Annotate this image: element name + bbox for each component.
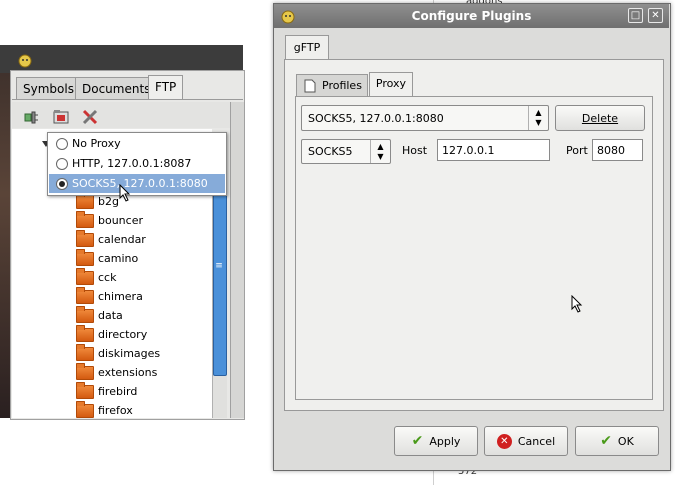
tree-item-label: camino: [98, 252, 139, 265]
tree-item[interactable]: bouncer: [76, 210, 143, 230]
button-label: Apply: [429, 434, 461, 448]
folder-icon: [76, 381, 94, 399]
proxy-dropdown-menu: No Proxy HTTP, 127.0.0.1:8087 SOCKS5, 12…: [47, 132, 227, 196]
connect-icon[interactable]: [22, 108, 40, 126]
checkmark-icon: ✔: [600, 433, 612, 449]
tab-label: gFTP: [293, 41, 321, 54]
tree-item[interactable]: calendar: [76, 229, 146, 249]
menu-item-http-proxy[interactable]: HTTP, 127.0.0.1:8087: [49, 154, 225, 173]
updown-arrows-icon: ▲ ▼: [370, 140, 390, 163]
tree-item-label: bouncer: [98, 214, 143, 227]
tree-item[interactable]: firebird: [76, 381, 138, 401]
radio-icon: [56, 137, 68, 150]
delete-button[interactable]: Delete: [555, 105, 645, 131]
port-label: Port: [566, 144, 588, 157]
host-input[interactable]: 127.0.0.1: [437, 139, 550, 161]
tree-item-label: extensions: [98, 366, 158, 379]
tab-proxy[interactable]: Proxy: [369, 72, 413, 97]
app-logo-icon: [18, 54, 32, 68]
menu-item-socks5-proxy[interactable]: SOCKS5, 127.0.0.1:8080: [49, 174, 225, 193]
apply-button[interactable]: ✔ Apply: [394, 426, 478, 456]
folder-icon: [76, 191, 94, 209]
tree-item-label: data: [98, 309, 123, 322]
scrollbar-grip: ≡: [215, 261, 223, 271]
menu-item-label: SOCKS5, 127.0.0.1:8080: [72, 177, 208, 190]
folder-icon: [76, 305, 94, 323]
ok-button[interactable]: ✔ OK: [575, 426, 659, 456]
tree-item[interactable]: data: [76, 305, 123, 325]
tab-label: Symbols: [23, 82, 74, 96]
proxy-type-select[interactable]: SOCKS5 ▲ ▼: [301, 139, 391, 164]
tree-item-label: firefox: [98, 404, 133, 417]
tree-item-label: diskimages: [98, 347, 161, 360]
folder-icon: [76, 229, 94, 247]
tree-item-label: chimera: [98, 290, 143, 303]
folder-icon: [76, 324, 94, 342]
folder-icon: [76, 286, 94, 304]
tree-item[interactable]: directory: [76, 324, 148, 344]
folder-icon: [76, 267, 94, 285]
pane-edge: [230, 102, 244, 418]
proxy-type-value: SOCKS5: [308, 145, 353, 158]
cancel-icon: ✕: [496, 433, 512, 449]
tab-profiles[interactable]: Profiles: [296, 74, 368, 97]
tab-label: Proxy: [375, 77, 407, 90]
maximize-icon: □: [630, 10, 641, 21]
folder-icon: [76, 248, 94, 266]
checkmark-icon: ✔: [411, 433, 424, 449]
tree-item-label: calendar: [98, 233, 146, 246]
tab-label: Profiles: [322, 79, 362, 92]
mouse-cursor-icon: [119, 184, 131, 202]
button-label: Cancel: [517, 434, 556, 448]
tree-item-label: b2g: [98, 195, 119, 208]
proxy-profile-select[interactable]: SOCKS5, 127.0.0.1:8080 ▲ ▼: [301, 105, 549, 131]
tab-label: FTP: [155, 80, 177, 94]
document-icon: [304, 79, 316, 93]
app-logo-icon: [281, 10, 295, 24]
host-label: Host: [402, 144, 428, 157]
tab-documents[interactable]: Documents: [75, 77, 158, 100]
close-icon: ✕: [651, 10, 660, 21]
tools-icon[interactable]: [81, 108, 99, 126]
button-label: OK: [617, 434, 634, 448]
tree-item-label: cck: [98, 271, 117, 284]
cancel-button[interactable]: ✕ Cancel: [484, 426, 568, 456]
tree-item[interactable]: extensions: [76, 362, 158, 382]
tree-item[interactable]: camino: [76, 248, 139, 268]
tree-item-label: firebird: [98, 385, 138, 398]
menu-item-label: No Proxy: [72, 137, 121, 150]
folder-icon: [76, 210, 94, 228]
tree-item[interactable]: chimera: [76, 286, 143, 306]
tree-item-label: directory: [98, 328, 148, 341]
folder-icon: [76, 362, 94, 380]
tab-ftp[interactable]: FTP: [148, 75, 184, 100]
port-input[interactable]: 8080: [592, 139, 643, 161]
tab-divider: [12, 99, 243, 100]
proxy-menu-icon[interactable]: [52, 108, 70, 126]
dialog-title: Configure Plugins: [411, 9, 532, 23]
tree-item[interactable]: cck: [76, 267, 117, 287]
radio-icon: [56, 157, 68, 170]
proxy-profile-value: SOCKS5, 127.0.0.1:8080: [308, 111, 444, 125]
tree-item[interactable]: diskimages: [76, 343, 161, 363]
folder-icon: [76, 343, 94, 361]
tree-item[interactable]: firefox: [76, 400, 133, 420]
tab-gftp[interactable]: gFTP: [285, 35, 329, 60]
ftp-toolbar: [12, 102, 243, 128]
radio-checked-icon: [56, 177, 68, 190]
folder-icon: [76, 400, 94, 418]
updown-arrows-icon: ▲ ▼: [528, 106, 548, 130]
menu-item-no-proxy[interactable]: No Proxy: [49, 134, 225, 153]
tab-label: Documents: [82, 82, 151, 96]
close-button[interactable]: ✕: [648, 8, 663, 23]
menu-item-label: HTTP, 127.0.0.1:8087: [72, 157, 192, 170]
mouse-cursor-icon: [571, 295, 583, 313]
left-window-titlebar: [0, 45, 243, 73]
tab-symbols[interactable]: Symbols: [16, 77, 81, 100]
button-label: Delete: [581, 111, 619, 125]
maximize-button[interactable]: □: [628, 8, 643, 23]
